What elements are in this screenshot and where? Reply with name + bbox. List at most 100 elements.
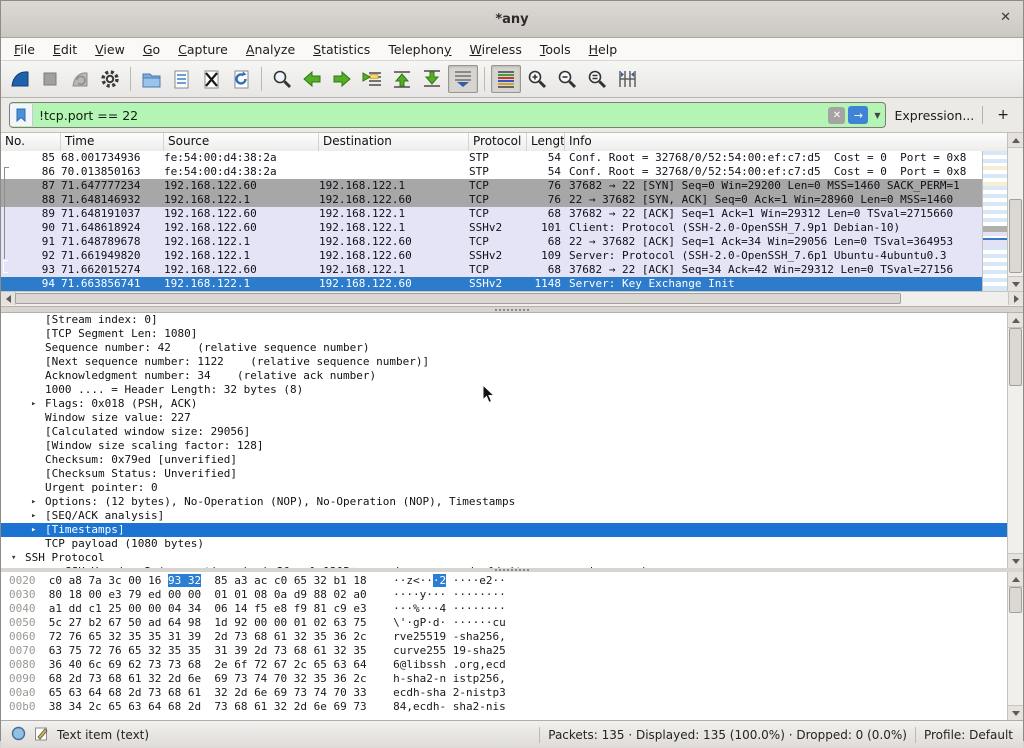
scroll-down-icon[interactable]: [1008, 553, 1023, 568]
detail-row[interactable]: TCP payload (1080 bytes): [1, 537, 1007, 551]
scroll-up-icon[interactable]: [1008, 572, 1023, 587]
packet-row-85[interactable]: 8568.001734936fe:54:00:d4:38:2aSTP54Conf…: [1, 151, 1023, 165]
menu-item-edit[interactable]: Edit: [44, 41, 86, 58]
menu-item-tools[interactable]: Tools: [531, 41, 580, 58]
hex-row[interactable]: 0060 72 76 65 32 35 35 31 39 2d 73 68 61…: [9, 630, 1007, 644]
scrollbar-thumb[interactable]: [1009, 328, 1022, 386]
packet-row-88[interactable]: 8871.648146932192.168.122.1192.168.122.6…: [1, 193, 1023, 207]
packet-row-86[interactable]: 8670.013850163fe:54:00:d4:38:2aSTP54Conf…: [1, 165, 1023, 179]
hex-row[interactable]: 0020 c0 a8 7a 3c 00 16 93 32 85 a3 ac c0…: [9, 574, 1007, 588]
zoom-in-icon[interactable]: [523, 65, 551, 93]
capture-options-icon[interactable]: [96, 65, 124, 93]
detail-row[interactable]: ▸[Timestamps]: [1, 523, 1007, 537]
detail-row[interactable]: ▸[SEQ/ACK analysis]: [1, 509, 1007, 523]
detail-row[interactable]: Sequence number: 42 (relative sequence n…: [1, 341, 1007, 355]
detail-row[interactable]: [Checksum Status: Unverified]: [1, 467, 1007, 481]
detail-row[interactable]: ▸Options: (12 bytes), No-Operation (NOP)…: [1, 495, 1007, 509]
expression-button[interactable]: Expression...: [894, 108, 974, 123]
display-filter-input[interactable]: !tcp.port == 22 ✕ → ▼: [9, 102, 886, 128]
packet-list-scrollbar[interactable]: [1007, 133, 1023, 291]
detail-row[interactable]: [Calculated window size: 29056]: [1, 425, 1007, 439]
col-length[interactable]: Length: [527, 133, 565, 151]
menu-item-file[interactable]: File: [5, 41, 44, 58]
go-forward-icon[interactable]: [328, 65, 356, 93]
clear-filter-icon[interactable]: ✕: [828, 107, 845, 124]
start-capture-icon[interactable]: [6, 65, 34, 93]
packet-row-91[interactable]: 9171.648789678192.168.122.1192.168.122.6…: [1, 235, 1023, 249]
menu-item-go[interactable]: Go: [134, 41, 169, 58]
go-to-packet-icon[interactable]: [358, 65, 386, 93]
apply-filter-icon[interactable]: →: [848, 106, 868, 124]
detail-row[interactable]: Acknowledgment number: 34 (relative ack …: [1, 369, 1007, 383]
filter-value[interactable]: !tcp.port == 22: [33, 108, 828, 123]
save-file-icon[interactable]: [167, 65, 195, 93]
scroll-right-icon[interactable]: [1008, 292, 1023, 305]
detail-row[interactable]: Checksum: 0x79ed [unverified]: [1, 453, 1007, 467]
scroll-left-icon[interactable]: [1, 292, 16, 305]
details-scrollbar[interactable]: [1007, 313, 1023, 568]
packet-row-90[interactable]: 9071.648618924192.168.122.60192.168.122.…: [1, 221, 1023, 235]
scroll-down-icon[interactable]: [1008, 276, 1023, 291]
packet-row-87[interactable]: 8771.647777234192.168.122.60192.168.122.…: [1, 179, 1023, 193]
detail-row[interactable]: ▸Flags: 0x018 (PSH, ACK): [1, 397, 1007, 411]
hex-row[interactable]: 00a0 65 63 64 68 2d 73 68 61 32 2d 6e 69…: [9, 686, 1007, 700]
col-source[interactable]: Source: [164, 133, 319, 151]
filter-dropdown-icon[interactable]: ▼: [871, 111, 883, 120]
menu-item-statistics[interactable]: Statistics: [304, 41, 379, 58]
packet-row-92[interactable]: 9271.661949820192.168.122.1192.168.122.6…: [1, 249, 1023, 263]
scrollbar-thumb[interactable]: [1009, 587, 1022, 613]
colorize-toggle-icon[interactable]: [491, 65, 521, 93]
status-profile[interactable]: Profile: Default: [924, 728, 1013, 742]
col-destination[interactable]: Destination: [319, 133, 469, 151]
scrollbar-thumb[interactable]: [1009, 199, 1022, 273]
hex-row[interactable]: 0070 63 75 72 76 65 32 35 35 31 39 2d 73…: [9, 644, 1007, 658]
menu-item-capture[interactable]: Capture: [169, 41, 237, 58]
packet-list-hscrollbar[interactable]: [1, 291, 1023, 306]
bytes-scrollbar[interactable]: [1007, 572, 1023, 720]
detail-row[interactable]: 1000 .... = Header Length: 32 bytes (8): [1, 383, 1007, 397]
scroll-down-icon[interactable]: [1008, 705, 1023, 720]
menu-item-help[interactable]: Help: [580, 41, 627, 58]
hex-row[interactable]: 0040 a1 dd c1 25 00 00 04 34 06 14 f5 e8…: [9, 602, 1007, 616]
go-back-icon[interactable]: [298, 65, 326, 93]
col-no[interactable]: No.: [1, 133, 61, 151]
packet-minimap[interactable]: [982, 151, 1007, 291]
detail-row[interactable]: Window size value: 227: [1, 411, 1007, 425]
hex-row[interactable]: 0050 5c 27 b2 67 50 ad 64 98 1d 92 00 00…: [9, 616, 1007, 630]
close-icon[interactable]: ✕: [1000, 10, 1011, 25]
scroll-up-icon[interactable]: [1008, 313, 1023, 328]
restart-capture-icon[interactable]: [66, 65, 94, 93]
close-file-icon[interactable]: [197, 65, 225, 93]
add-filter-button[interactable]: +: [991, 107, 1015, 123]
stop-capture-icon[interactable]: [36, 65, 64, 93]
detail-row[interactable]: ▸SSH Version 2 (encryption:chacha20-poly…: [1, 565, 1007, 568]
col-time[interactable]: Time: [61, 133, 164, 151]
find-packet-icon[interactable]: [268, 65, 296, 93]
scroll-up-icon[interactable]: [1008, 133, 1023, 148]
packet-list-header[interactable]: No. Time Source Destination Protocol Len…: [1, 133, 1023, 152]
hex-row[interactable]: 0030 80 18 00 e3 79 ed 00 00 01 01 08 0a…: [9, 588, 1007, 602]
zoom-out-icon[interactable]: [553, 65, 581, 93]
col-protocol[interactable]: Protocol: [469, 133, 527, 151]
resize-columns-icon[interactable]: [613, 65, 641, 93]
hscrollbar-thumb[interactable]: [15, 293, 901, 304]
detail-row[interactable]: [Stream index: 0]: [1, 313, 1007, 327]
go-first-packet-icon[interactable]: [388, 65, 416, 93]
detail-row[interactable]: [Window size scaling factor: 128]: [1, 439, 1007, 453]
menu-item-view[interactable]: View: [86, 41, 134, 58]
zoom-reset-icon[interactable]: [583, 65, 611, 93]
packet-row-94[interactable]: 9471.663856741192.168.122.1192.168.122.6…: [1, 277, 1023, 291]
detail-row[interactable]: [Next sequence number: 1122 (relative se…: [1, 355, 1007, 369]
reload-file-icon[interactable]: [227, 65, 255, 93]
hex-row[interactable]: 0090 68 2d 73 68 61 32 2d 6e 69 73 74 70…: [9, 672, 1007, 686]
open-file-icon[interactable]: [137, 65, 165, 93]
col-info[interactable]: Info: [565, 133, 1023, 151]
bookmark-icon[interactable]: [10, 104, 33, 126]
go-last-packet-icon[interactable]: [418, 65, 446, 93]
packet-row-89[interactable]: 8971.648191037192.168.122.60192.168.122.…: [1, 207, 1023, 221]
menu-item-analyze[interactable]: Analyze: [237, 41, 304, 58]
auto-scroll-toggle-icon[interactable]: [448, 65, 478, 93]
menu-item-wireless[interactable]: Wireless: [461, 41, 531, 58]
hex-row[interactable]: 0080 36 40 6c 69 62 73 73 68 2e 6f 72 67…: [9, 658, 1007, 672]
menu-item-telephony[interactable]: Telephony: [379, 41, 460, 58]
